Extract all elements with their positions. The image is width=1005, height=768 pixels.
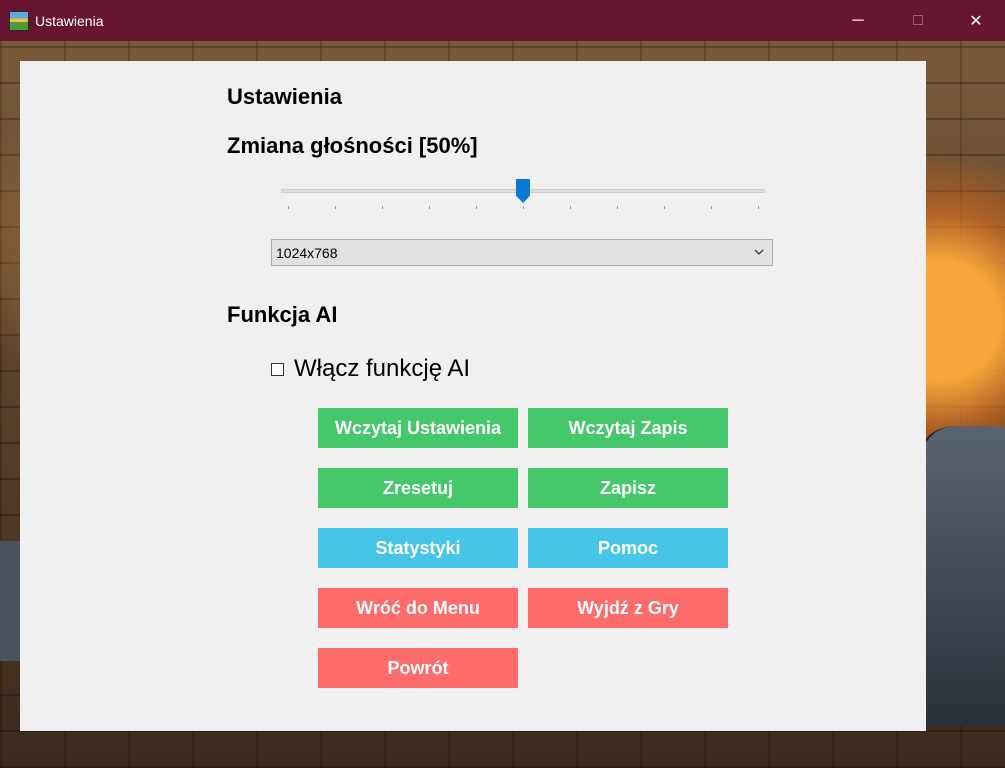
resolution-select[interactable]: 1024x768 bbox=[271, 239, 773, 266]
minimize-button[interactable]: ─ bbox=[828, 0, 888, 41]
slider-tick bbox=[758, 206, 759, 209]
slider-tick bbox=[523, 206, 524, 209]
window-title: Ustawienia bbox=[35, 12, 104, 29]
slider-tick bbox=[288, 206, 289, 209]
volume-label: Zmiana głośności [50%] bbox=[227, 133, 478, 158]
exit-game-button[interactable]: Wyjdź z Gry bbox=[528, 588, 728, 628]
knight-artwork-right bbox=[915, 426, 1005, 726]
back-to-menu-button[interactable]: Wróć do Menu bbox=[318, 588, 518, 628]
ai-checkbox-label[interactable]: Włącz funkcję AI bbox=[294, 355, 470, 383]
ai-heading: Funkcja AI bbox=[227, 302, 338, 327]
app-icon bbox=[9, 10, 29, 31]
reset-button[interactable]: Zresetuj bbox=[318, 468, 518, 508]
slider-tick bbox=[382, 206, 383, 209]
settings-heading: Ustawienia bbox=[227, 84, 342, 109]
slider-tick bbox=[617, 206, 618, 209]
minimize-icon: ─ bbox=[852, 11, 864, 29]
slider-thumb[interactable] bbox=[516, 179, 530, 203]
slider-tick bbox=[476, 206, 477, 209]
statistics-button[interactable]: Statystyki bbox=[318, 528, 518, 568]
load-save-button[interactable]: Wczytaj Zapis bbox=[528, 408, 728, 448]
volume-slider[interactable] bbox=[281, 179, 765, 211]
settings-panel: Ustawienia Zmiana głośności [50%] 1024x7… bbox=[20, 61, 926, 731]
return-button[interactable]: Powrót bbox=[318, 648, 518, 688]
slider-tick bbox=[335, 206, 336, 209]
save-button[interactable]: Zapisz bbox=[528, 468, 728, 508]
maximize-button[interactable]: □ bbox=[888, 0, 948, 41]
maximize-icon: □ bbox=[913, 11, 923, 29]
close-button[interactable]: ✕ bbox=[946, 0, 1005, 41]
resolution-value: 1024x768 bbox=[276, 244, 338, 261]
slider-tick bbox=[429, 206, 430, 209]
help-button[interactable]: Pomoc bbox=[528, 528, 728, 568]
ai-checkbox[interactable] bbox=[271, 362, 284, 376]
close-icon: ✕ bbox=[969, 12, 983, 30]
window-titlebar[interactable]: Ustawienia ─ □ ✕ bbox=[0, 0, 1005, 41]
ai-toggle[interactable]: Włącz funkcję AI bbox=[271, 354, 470, 384]
slider-tick bbox=[664, 206, 665, 209]
load-settings-button[interactable]: Wczytaj Ustawienia bbox=[318, 408, 518, 448]
chevron-down-icon bbox=[754, 249, 764, 255]
slider-tick bbox=[570, 206, 571, 209]
slider-tick bbox=[711, 206, 712, 209]
